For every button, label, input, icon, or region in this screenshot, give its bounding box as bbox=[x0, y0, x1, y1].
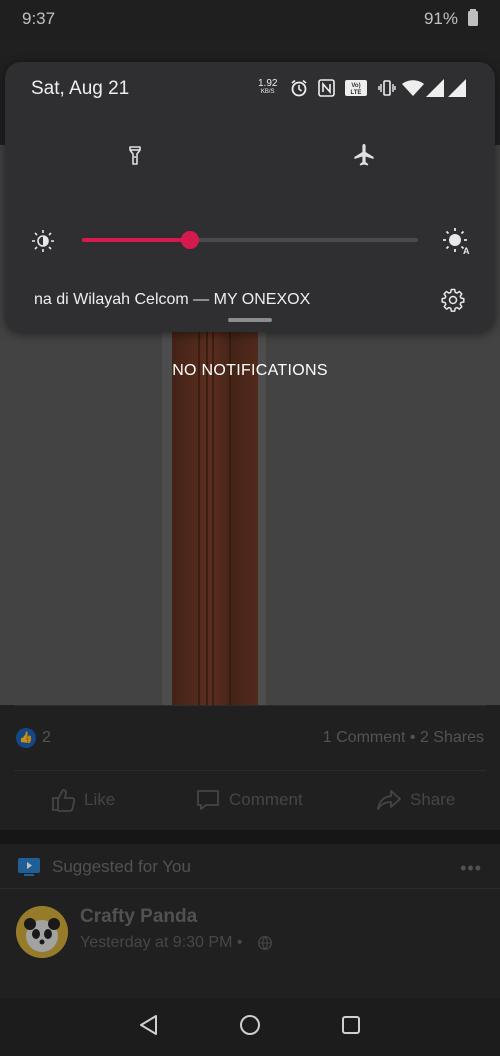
globe-icon bbox=[258, 936, 272, 950]
wifi-icon bbox=[402, 80, 424, 96]
suggested-for-you-label: Suggested for You bbox=[52, 857, 191, 876]
airplane-icon bbox=[354, 144, 374, 166]
network-speed-value: 1.92 bbox=[258, 78, 278, 89]
qs-date[interactable]: Sat, Aug 21 bbox=[31, 78, 129, 100]
airplane-mode-tile[interactable] bbox=[333, 124, 395, 186]
post-timestamp[interactable]: Yesterday at 9:30 PM • bbox=[80, 934, 242, 952]
share-arrow-icon bbox=[377, 790, 401, 810]
share-label: Share bbox=[410, 790, 456, 809]
comment-label: Comment bbox=[229, 790, 303, 809]
auto-rotate-tile[interactable] bbox=[409, 124, 471, 186]
network-speed-unit: KB/S bbox=[260, 89, 275, 95]
no-notifications-label: NO NOTIFICATIONS bbox=[172, 362, 328, 379]
wood-grain bbox=[229, 290, 231, 705]
video-suggestion-icon bbox=[18, 858, 40, 876]
svg-text:A: A bbox=[463, 246, 470, 255]
brightness-low-icon bbox=[32, 230, 54, 252]
wood-grain bbox=[206, 290, 208, 705]
home-icon[interactable] bbox=[239, 1014, 261, 1036]
comment-share-summary[interactable]: 1 Comment • 2 Shares bbox=[323, 729, 484, 747]
svg-text:LTE: LTE bbox=[351, 90, 362, 96]
settings-gear-icon[interactable] bbox=[441, 288, 465, 312]
cell-signal-icon bbox=[426, 79, 444, 97]
carrier-text: na di Wilayah Celcom — MY ONEXOX bbox=[34, 291, 311, 308]
like-button[interactable]: Like bbox=[50, 787, 115, 813]
divider bbox=[14, 770, 486, 771]
volte-icon: Vo)LTE bbox=[345, 80, 367, 96]
data-arrows-icon bbox=[279, 145, 297, 165]
svg-text:Vo): Vo) bbox=[351, 83, 360, 89]
recents-icon[interactable] bbox=[340, 1014, 362, 1036]
page-name[interactable]: Crafty Panda bbox=[80, 906, 197, 928]
battery-percent: 91% bbox=[423, 9, 458, 28]
mobile-data-tile[interactable] bbox=[257, 124, 319, 186]
thumbs-up-icon bbox=[52, 789, 76, 812]
wood-grain bbox=[212, 290, 214, 705]
nfc-icon bbox=[318, 79, 335, 97]
brightness-slider-fill bbox=[82, 238, 190, 242]
divider bbox=[14, 705, 486, 706]
wifi-tile-icon bbox=[45, 144, 71, 164]
section-spacer bbox=[0, 830, 500, 844]
status-bar: 9:37 91% bbox=[0, 0, 500, 38]
comment-icon bbox=[197, 790, 219, 810]
auto-brightness-icon[interactable]: A bbox=[442, 227, 470, 255]
qs-expand-handle[interactable] bbox=[228, 318, 272, 322]
more-options-icon[interactable]: ••• bbox=[460, 858, 482, 879]
network-speed: 1.92 KB/S bbox=[258, 78, 278, 96]
battery-icon bbox=[468, 9, 478, 26]
location-pin-icon bbox=[201, 142, 221, 168]
vibrate-icon bbox=[378, 80, 396, 96]
wood-grain bbox=[198, 290, 200, 705]
like-reaction-icon[interactable]: 👍 bbox=[16, 728, 36, 748]
alarm-icon bbox=[291, 79, 307, 97]
share-button[interactable]: Share bbox=[376, 787, 455, 813]
panda-logo-icon bbox=[16, 906, 68, 958]
location-tile[interactable] bbox=[180, 124, 242, 186]
reaction-count[interactable]: 2 bbox=[42, 729, 51, 747]
like-label: Like bbox=[84, 790, 116, 809]
page-avatar[interactable] bbox=[16, 906, 68, 958]
wifi-tile[interactable] bbox=[27, 124, 89, 186]
divider bbox=[0, 888, 500, 889]
flashlight-tile[interactable] bbox=[104, 124, 166, 186]
flashlight-icon bbox=[129, 146, 141, 165]
back-icon[interactable] bbox=[138, 1014, 160, 1036]
photo-wood-plank bbox=[172, 290, 258, 705]
comment-button[interactable]: Comment bbox=[195, 787, 303, 813]
rotate-icon bbox=[429, 144, 451, 166]
brightness-slider-thumb[interactable] bbox=[180, 231, 199, 249]
status-time: 9:37 bbox=[22, 9, 56, 28]
cell-signal-2-icon bbox=[448, 79, 466, 97]
